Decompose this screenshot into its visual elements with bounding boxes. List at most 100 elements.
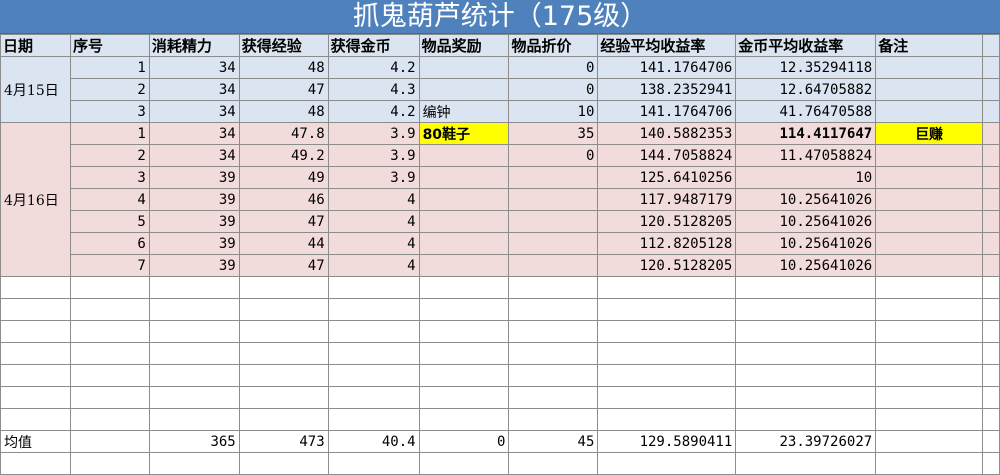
empty-cell[interactable] (148, 276, 240, 299)
empty-cell[interactable] (148, 452, 240, 475)
empty-cell[interactable] (0, 276, 71, 299)
extra-cell[interactable] (981, 210, 1000, 233)
exp-cell[interactable]: 49 (238, 166, 329, 189)
empty-cell[interactable] (418, 408, 510, 431)
date-cell[interactable]: 4月16日 (0, 122, 71, 277)
note-cell[interactable] (875, 144, 983, 167)
gold-rate-cell[interactable]: 12.64705882 (735, 78, 877, 101)
exp-cell[interactable]: 47 (238, 78, 329, 101)
item-cell[interactable] (418, 232, 510, 255)
empty-cell[interactable] (69, 320, 150, 343)
empty-cell[interactable] (327, 408, 420, 431)
empty-cell[interactable] (69, 342, 150, 365)
energy-cell[interactable]: 39 (148, 166, 240, 189)
extra-cell[interactable] (981, 188, 1000, 211)
seq-cell[interactable]: 3 (69, 100, 150, 123)
column-header[interactable]: 日期 (0, 34, 71, 57)
exp-cell[interactable]: 47.8 (238, 122, 329, 145)
price-cell[interactable] (508, 254, 599, 277)
column-header[interactable]: 物品折价 (508, 34, 599, 57)
summary-energy-cell[interactable]: 365 (148, 430, 240, 453)
empty-cell[interactable] (875, 276, 983, 299)
item-cell[interactable] (418, 56, 510, 79)
empty-cell[interactable] (735, 386, 877, 409)
gold-cell[interactable]: 4.2 (327, 100, 420, 123)
note-cell[interactable] (875, 210, 983, 233)
price-cell[interactable]: 35 (508, 122, 599, 145)
energy-cell[interactable]: 39 (148, 188, 240, 211)
empty-cell[interactable] (981, 276, 1000, 299)
extra-cell[interactable] (981, 56, 1000, 79)
energy-cell[interactable]: 39 (148, 254, 240, 277)
empty-cell[interactable] (238, 298, 329, 321)
empty-cell[interactable] (875, 320, 983, 343)
column-header[interactable]: 经验平均收益率 (597, 34, 737, 57)
empty-cell[interactable] (327, 386, 420, 409)
exp-cell[interactable]: 47 (238, 254, 329, 277)
exp-rate-cell[interactable]: 141.1764706 (597, 100, 737, 123)
empty-cell[interactable] (0, 320, 71, 343)
empty-cell[interactable] (418, 364, 510, 387)
sheet-title[interactable]: 抓鬼葫芦统计（175级） (0, 0, 1000, 34)
gold-rate-cell[interactable]: 12.35294118 (735, 56, 877, 79)
empty-cell[interactable] (597, 320, 737, 343)
empty-cell[interactable] (597, 452, 737, 475)
item-cell[interactable]: 80鞋子 (418, 122, 510, 145)
empty-cell[interactable] (735, 298, 877, 321)
item-cell[interactable] (418, 210, 510, 233)
exp-rate-cell[interactable]: 141.1764706 (597, 56, 737, 79)
gold-cell[interactable]: 4 (327, 210, 420, 233)
empty-cell[interactable] (981, 408, 1000, 431)
exp-rate-cell[interactable]: 140.5882353 (597, 122, 737, 145)
extra-cell[interactable] (981, 232, 1000, 255)
empty-cell[interactable] (418, 320, 510, 343)
energy-cell[interactable]: 34 (148, 144, 240, 167)
gold-rate-cell[interactable]: 41.76470588 (735, 100, 877, 123)
empty-cell[interactable] (597, 298, 737, 321)
empty-cell[interactable] (981, 364, 1000, 387)
empty-cell[interactable] (597, 276, 737, 299)
empty-cell[interactable] (418, 386, 510, 409)
price-cell[interactable] (508, 210, 599, 233)
extra-cell[interactable] (981, 166, 1000, 189)
price-cell[interactable]: 0 (508, 56, 599, 79)
gold-cell[interactable]: 4 (327, 254, 420, 277)
gold-cell[interactable]: 4.2 (327, 56, 420, 79)
column-header[interactable]: 备注 (875, 34, 983, 57)
gold-rate-cell[interactable]: 10.25641026 (735, 188, 877, 211)
empty-cell[interactable] (0, 342, 71, 365)
exp-rate-cell[interactable]: 144.7058824 (597, 144, 737, 167)
extra-cell[interactable] (981, 144, 1000, 167)
empty-cell[interactable] (875, 298, 983, 321)
empty-cell[interactable] (0, 364, 71, 387)
column-header[interactable]: 获得金币 (327, 34, 420, 57)
exp-rate-cell[interactable]: 120.5128205 (597, 254, 737, 277)
empty-cell[interactable] (148, 408, 240, 431)
gold-rate-cell[interactable]: 10 (735, 166, 877, 189)
empty-cell[interactable] (327, 276, 420, 299)
empty-cell[interactable] (0, 386, 71, 409)
summary-exp-rate-cell[interactable]: 129.5890411 (597, 430, 737, 453)
price-cell[interactable] (508, 188, 599, 211)
energy-cell[interactable]: 39 (148, 210, 240, 233)
seq-cell[interactable]: 1 (69, 122, 150, 145)
summary-exp-cell[interactable]: 473 (238, 430, 329, 453)
note-cell[interactable] (875, 166, 983, 189)
empty-cell[interactable] (981, 298, 1000, 321)
summary-label-cell[interactable]: 均值 (0, 430, 71, 453)
exp-rate-cell[interactable]: 138.2352941 (597, 78, 737, 101)
column-header-empty[interactable] (981, 34, 1000, 57)
energy-cell[interactable]: 34 (148, 56, 240, 79)
gold-cell[interactable]: 4 (327, 188, 420, 211)
seq-cell[interactable]: 5 (69, 210, 150, 233)
seq-cell[interactable]: 1 (69, 56, 150, 79)
empty-cell[interactable] (597, 408, 737, 431)
exp-rate-cell[interactable]: 120.5128205 (597, 210, 737, 233)
note-cell[interactable] (875, 78, 983, 101)
empty-cell[interactable] (69, 452, 150, 475)
summary-gold-cell[interactable]: 40.4 (327, 430, 420, 453)
energy-cell[interactable]: 34 (148, 78, 240, 101)
empty-cell[interactable] (0, 298, 71, 321)
empty-cell[interactable] (327, 320, 420, 343)
price-cell[interactable] (508, 166, 599, 189)
